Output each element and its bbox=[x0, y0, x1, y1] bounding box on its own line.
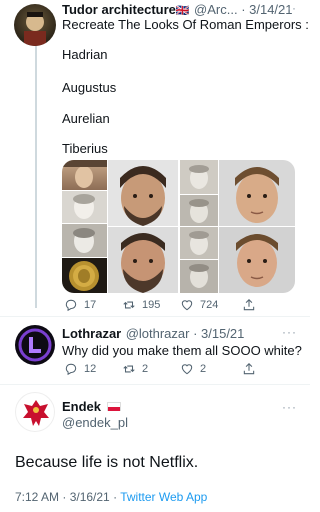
like-button[interactable]: 2 bbox=[180, 362, 242, 376]
avatar-lothrazar[interactable] bbox=[15, 325, 55, 365]
reconstruction-augustus[interactable] bbox=[219, 160, 295, 226]
lothrazar-logo-icon bbox=[18, 328, 52, 362]
like-icon bbox=[181, 364, 193, 375]
reply-button[interactable]: 12 bbox=[64, 362, 122, 376]
retweet-count: 2 bbox=[142, 363, 149, 375]
like-count: 2 bbox=[200, 363, 207, 375]
bust-image[interactable] bbox=[62, 191, 107, 223]
avatar-tudor[interactable] bbox=[14, 4, 56, 46]
retweet-icon bbox=[123, 301, 135, 309]
tweet-text: Why did you make them all SOOO white? bbox=[62, 343, 302, 358]
more-options-icon[interactable]: ··· bbox=[282, 1, 297, 15]
coin-image[interactable] bbox=[62, 258, 107, 293]
share-icon bbox=[243, 299, 255, 311]
polish-eagle-icon bbox=[23, 400, 49, 426]
more-options-icon[interactable]: ··· bbox=[282, 325, 297, 339]
tweet-text: Because life is not Netflix. bbox=[15, 454, 199, 471]
reconstruction-tiberius[interactable] bbox=[219, 227, 295, 293]
handle-date[interactable]: @Arc... · 3/14/21 bbox=[194, 2, 292, 17]
bust-image[interactable] bbox=[180, 227, 218, 259]
thread-line bbox=[35, 46, 37, 308]
bust-image[interactable] bbox=[62, 224, 107, 257]
flag-poland-icon bbox=[107, 402, 122, 412]
tweet-text-line: Augustus bbox=[62, 80, 117, 95]
handle[interactable]: @endek_pl bbox=[62, 415, 128, 430]
more-options-icon[interactable]: ··· bbox=[282, 400, 297, 414]
reply-icon bbox=[65, 299, 77, 312]
tweet-timestamp[interactable]: 7:12 AM · 3/16/21 · bbox=[15, 490, 120, 504]
tweet-text-line: Aurelian bbox=[62, 111, 110, 126]
bust-image[interactable] bbox=[62, 160, 107, 190]
flag-uk-icon: 🇬🇧 bbox=[175, 5, 190, 17]
divider bbox=[0, 316, 310, 317]
reconstruction-aurelian[interactable] bbox=[108, 227, 178, 293]
reply-count: 12 bbox=[84, 363, 97, 375]
retweet-button[interactable]: 2 bbox=[122, 362, 180, 376]
retweet-button[interactable]: 195 bbox=[122, 298, 180, 312]
like-count: 724 bbox=[200, 299, 219, 311]
tweet-text-line: Hadrian bbox=[62, 47, 108, 62]
author-name[interactable]: Endek bbox=[62, 399, 101, 414]
reply-button[interactable]: 17 bbox=[64, 298, 122, 312]
author-name[interactable]: Lothrazar bbox=[62, 326, 121, 341]
like-icon bbox=[181, 300, 193, 311]
share-button[interactable] bbox=[242, 298, 256, 312]
tudor-portrait-icon bbox=[24, 12, 46, 46]
share-button[interactable] bbox=[242, 362, 256, 376]
tweet-text-line: Tiberius bbox=[62, 141, 108, 156]
avatar-endek[interactable] bbox=[15, 392, 55, 432]
bust-image[interactable] bbox=[180, 195, 218, 226]
divider bbox=[0, 384, 310, 385]
reconstruction-hadrian[interactable] bbox=[108, 160, 178, 226]
tweet-text-line: Recreate The Looks Of Roman Emperors : bbox=[62, 17, 309, 32]
like-button[interactable]: 724 bbox=[180, 298, 242, 312]
retweet-count: 195 bbox=[142, 299, 161, 311]
source-link[interactable]: Twitter Web App bbox=[120, 490, 207, 504]
image-collage[interactable] bbox=[62, 160, 295, 293]
share-icon bbox=[243, 363, 255, 375]
author-name[interactable]: Tudor architecture bbox=[62, 2, 176, 17]
handle-date[interactable]: @lothrazar · 3/15/21 bbox=[126, 326, 245, 341]
reply-icon bbox=[65, 363, 77, 376]
retweet-icon bbox=[123, 365, 135, 373]
bust-image[interactable] bbox=[180, 260, 218, 293]
bust-image[interactable] bbox=[180, 160, 218, 194]
reply-count: 17 bbox=[84, 299, 97, 311]
